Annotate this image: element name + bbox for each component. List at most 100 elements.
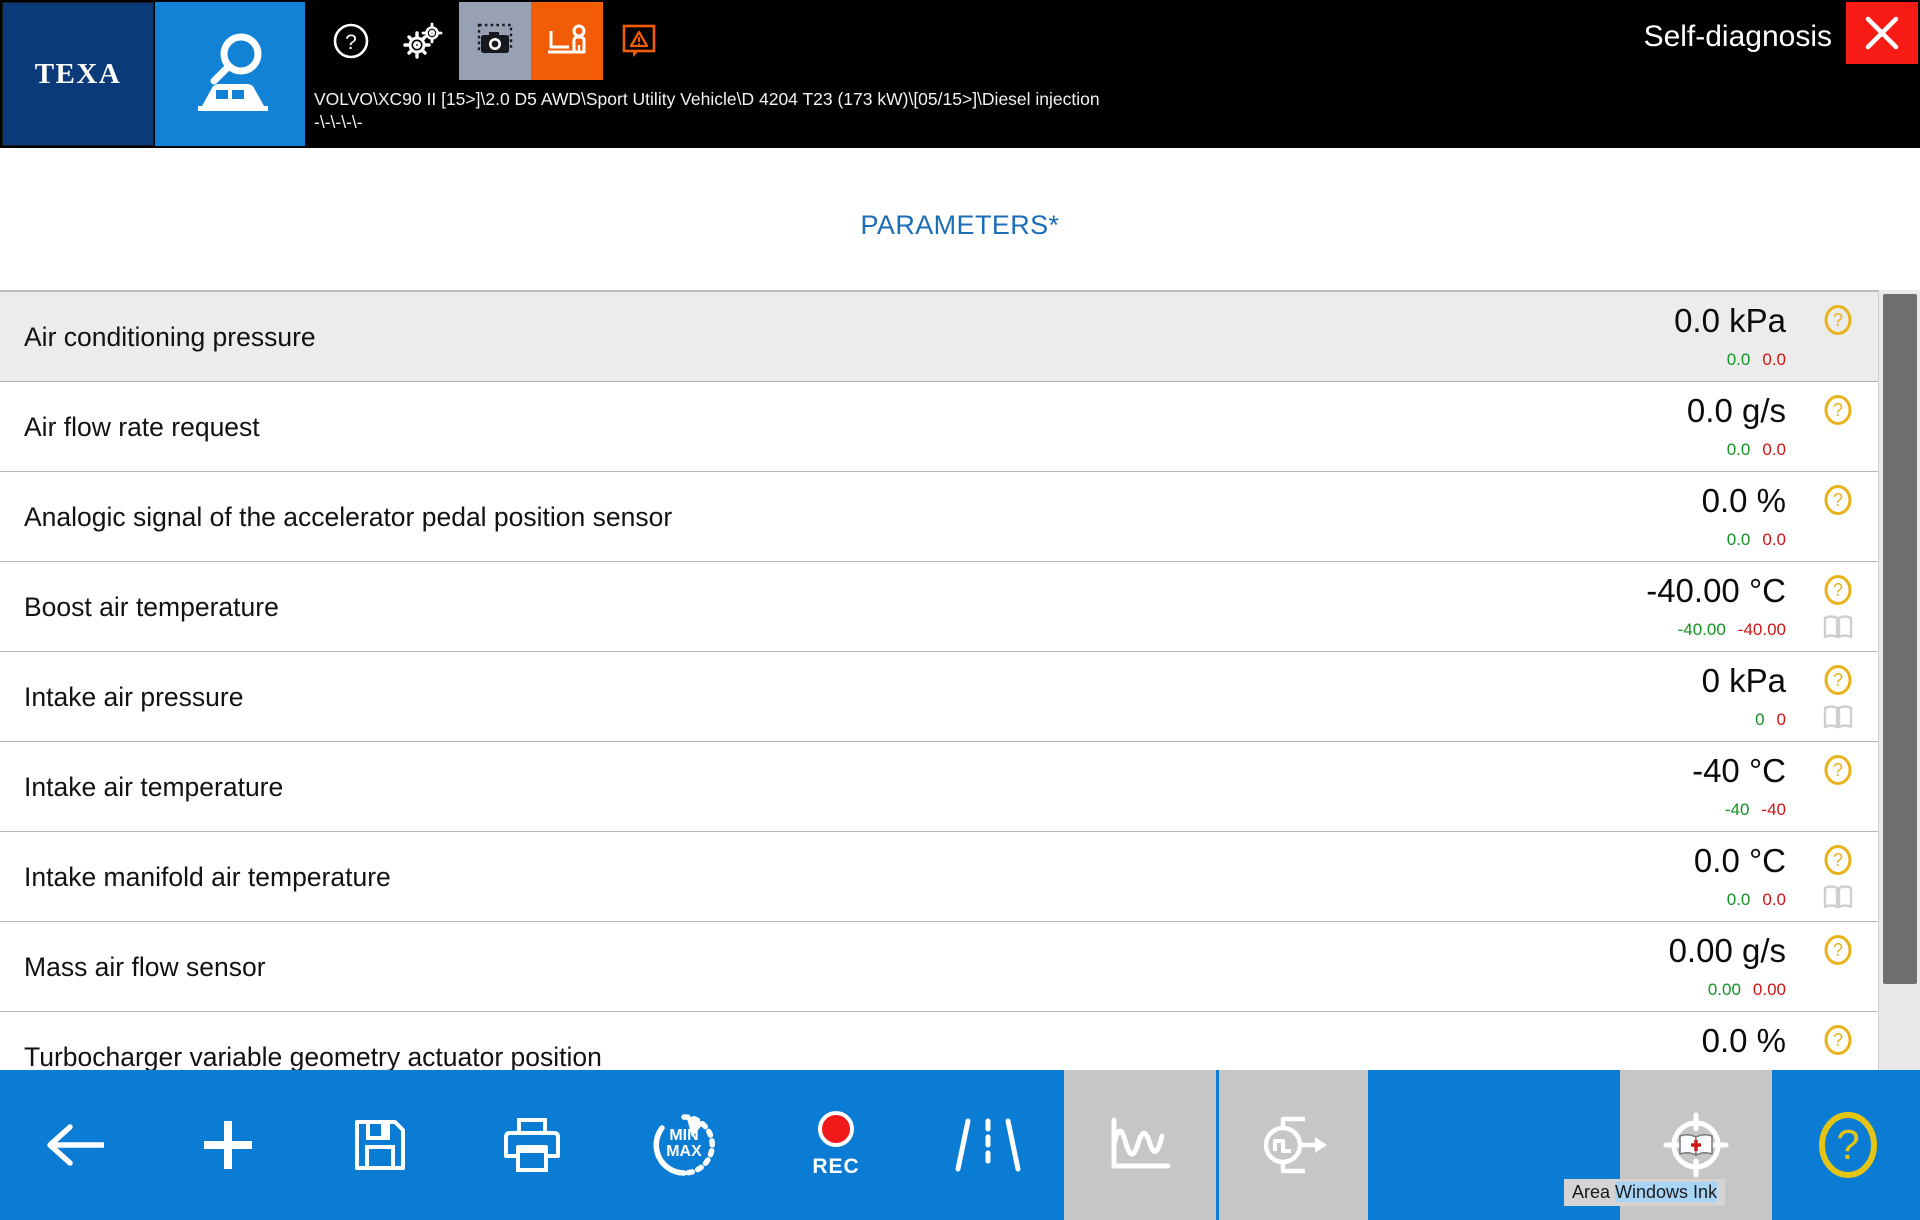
save-button[interactable]: [304, 1070, 456, 1220]
parameter-minmax: 0.0 0.0: [1727, 350, 1786, 370]
parameter-label: Air conditioning pressure: [24, 321, 316, 352]
close-button[interactable]: [1846, 2, 1918, 64]
svg-text:?: ?: [345, 31, 357, 54]
record-label: REC: [812, 1155, 860, 1178]
svg-text:?: ?: [1833, 670, 1843, 690]
parameter-row[interactable]: Intake manifold air temperature 0.0 °C 0.0…: [0, 832, 1878, 922]
parameter-max-value: 0.0: [1762, 530, 1786, 549]
minmax-reset-icon: [653, 1114, 715, 1176]
parameter-help-icon: ?: [1824, 485, 1852, 515]
parameter-help-icon: ?: [1824, 575, 1852, 605]
parameter-help-button[interactable]: ?: [1822, 394, 1854, 426]
settings-icon-button[interactable]: [387, 2, 459, 80]
parameter-value: -40 °C: [1692, 752, 1786, 789]
scrollbar-thumb[interactable]: [1883, 294, 1917, 984]
parameter-help-button[interactable]: ?: [1822, 304, 1854, 336]
parameter-help-button[interactable]: ?: [1822, 844, 1854, 876]
parameter-max-value: 0.0: [1762, 890, 1786, 909]
parameter-minmax: 00: [1755, 710, 1786, 730]
parameter-label: Turbocharger variable geometry actuator …: [24, 1041, 602, 1071]
parameter-label: Mass air flow sensor: [24, 951, 266, 982]
parameter-help-button[interactable]: ?: [1822, 664, 1854, 696]
parameter-row[interactable]: Turbocharger variable geometry actuator …: [0, 1012, 1878, 1070]
parameter-list: Air conditioning pressure 0.0 kPa 0.0 0.0? A…: [0, 290, 1920, 1070]
parameter-min-value: 0.0: [1726, 440, 1751, 459]
parameter-technical-data-button[interactable]: [1822, 704, 1854, 730]
parameter-value: -40.00 °C: [1646, 572, 1786, 609]
parameter-help-icon: ?: [1824, 845, 1852, 875]
parameter-max-value: -40.00: [1737, 620, 1786, 639]
parameter-help-button[interactable]: ?: [1822, 574, 1854, 606]
svg-text:?: ?: [1833, 850, 1843, 870]
parameter-row[interactable]: Intake air pressure 0 kPa 0 0?: [0, 652, 1878, 742]
svg-text:?: ?: [1833, 490, 1843, 510]
parameter-row[interactable]: Air conditioning pressure 0.0 kPa 0.0 0.0?: [0, 292, 1878, 382]
reset-minmax-button[interactable]: MIN MAX: [608, 1070, 760, 1220]
parameter-help-button[interactable]: ?: [1822, 1024, 1854, 1056]
printer-icon: [504, 1118, 560, 1172]
parameter-row[interactable]: Intake air temperature -40 °C -40 -40?: [0, 742, 1878, 832]
svg-text:?: ?: [1833, 1030, 1843, 1050]
parameter-help-icon: ?: [1824, 395, 1852, 425]
road-lane-icon: [955, 1118, 1021, 1172]
self-diagnosis-tile[interactable]: [155, 2, 305, 146]
svg-text:?: ?: [1833, 760, 1843, 780]
windows-ink-tooltip: Area Windows Ink: [1564, 1179, 1726, 1206]
waveform-graph-icon: [1111, 1117, 1171, 1169]
parameter-value: 0.0 kPa: [1674, 302, 1786, 339]
screenshot-icon-button[interactable]: [459, 2, 531, 80]
parameter-help-icon: ?: [1824, 755, 1852, 785]
help-circle-icon: ?: [1819, 1112, 1877, 1178]
vehicle-scan-icon: [198, 33, 268, 111]
target-book-icon: [1663, 1112, 1729, 1178]
warning-icon-button[interactable]: [603, 2, 675, 80]
parameter-min-value: -40.00: [1677, 620, 1726, 639]
svg-text:?: ?: [1836, 1121, 1859, 1168]
parameter-minmax: 0.0 0.0: [1727, 890, 1786, 910]
parameter-help-button[interactable]: ?: [1822, 484, 1854, 516]
parameter-min-value: 0.0: [1726, 350, 1751, 369]
parameter-max-value: 0.0: [1762, 350, 1786, 369]
parameter-technical-data-button[interactable]: [1822, 614, 1854, 640]
parameter-list-scrollbar[interactable]: [1878, 290, 1920, 1070]
remote-support-icon-button[interactable]: [531, 2, 603, 80]
parameter-value: 0 kPa: [1701, 662, 1786, 699]
help-button[interactable]: ?: [1772, 1070, 1920, 1220]
mode-title: Self-diagnosis: [1643, 20, 1832, 53]
tooltip-prefix: Area: [1572, 1182, 1616, 1202]
parameter-min-value: 0: [1755, 710, 1765, 729]
parameter-row[interactable]: Air flow rate request 0.0 g/s 0.0 0.0?: [0, 382, 1878, 472]
help-icon-button[interactable]: ?: [315, 2, 387, 80]
settings-gears-icon: [403, 22, 443, 59]
record-button[interactable]: REC: [760, 1070, 912, 1220]
parameter-min-value: 0.00: [1707, 980, 1741, 999]
parameter-max-value: -40: [1761, 800, 1786, 819]
signal-output-button[interactable]: [1216, 1070, 1368, 1220]
parameter-min-value: 0.0: [1726, 530, 1751, 549]
back-button[interactable]: [0, 1070, 152, 1220]
add-parameter-button[interactable]: [152, 1070, 304, 1220]
title-area: PARAMETERS*: [0, 148, 1920, 290]
parameter-row[interactable]: Analogic signal of the accelerator pedal…: [0, 472, 1878, 562]
parameter-row[interactable]: Mass air flow sensor 0.00 g/s 0.00 0.00?: [0, 922, 1878, 1012]
graph-button[interactable]: [1064, 1070, 1216, 1220]
parameter-label: Intake air pressure: [24, 681, 244, 712]
parameter-technical-data-button[interactable]: [1822, 884, 1854, 910]
print-button[interactable]: [456, 1070, 608, 1220]
parameter-help-button[interactable]: ?: [1822, 934, 1854, 966]
parameter-row[interactable]: Boost air temperature -40.00 °C -40.00 -40.…: [0, 562, 1878, 652]
svg-text:?: ?: [1833, 580, 1843, 600]
road-test-button[interactable]: [912, 1070, 1064, 1220]
parameter-max-value: 0: [1776, 710, 1786, 729]
parameter-minmax: 0.00 0.00: [1708, 980, 1786, 1000]
parameter-help-icon: ?: [1824, 1025, 1852, 1055]
parameter-max-value: 0.0: [1762, 440, 1786, 459]
parameter-min-value: -40: [1724, 800, 1750, 819]
parameter-label: Intake air temperature: [24, 771, 284, 802]
header-icon-bar: ?: [315, 2, 675, 80]
parameter-help-button[interactable]: ?: [1822, 754, 1854, 786]
signal-output-icon: [1263, 1116, 1327, 1174]
parameter-label: Analogic signal of the accelerator pedal…: [24, 501, 673, 532]
parameter-book-icon: [1823, 705, 1853, 729]
parameter-label: Intake manifold air temperature: [24, 861, 391, 892]
